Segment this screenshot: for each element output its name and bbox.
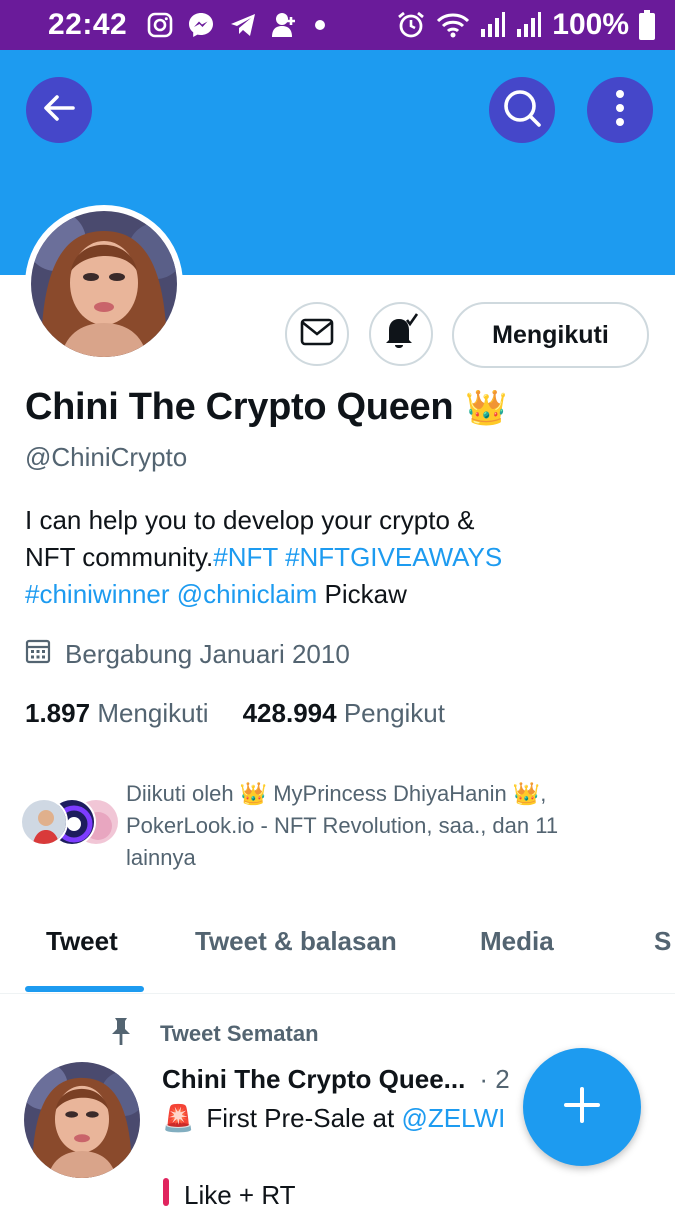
bio-text: I can help you to develop your crypto & xyxy=(25,505,475,535)
tweet-text: Like + RT xyxy=(184,1180,296,1210)
dot-icon xyxy=(313,18,327,32)
add-contact-icon xyxy=(271,11,299,39)
more-options-button[interactable] xyxy=(587,77,653,143)
mail-icon xyxy=(300,318,334,351)
tweet-timestamp: · 2 xyxy=(479,1064,510,1094)
followed-by-text: Diikuti oleh 👑 MyPrincess DhiyaHanin 👑, … xyxy=(126,781,559,870)
display-name: Chini The Crypto Queen xyxy=(25,386,454,428)
back-button[interactable] xyxy=(26,77,92,143)
profile-bio: I can help you to develop your crypto & … xyxy=(25,502,645,613)
tab-tweet[interactable]: Tweet xyxy=(46,926,118,957)
instagram-icon xyxy=(147,12,173,38)
search-icon xyxy=(501,87,543,134)
alarm-icon xyxy=(396,10,426,40)
battery-icon xyxy=(639,10,655,40)
bio-space xyxy=(278,542,285,572)
tweet-author-avatar[interactable] xyxy=(24,1062,140,1178)
more-vertical-icon xyxy=(615,88,625,133)
signal-icon xyxy=(480,11,506,39)
hashtag-link[interactable]: #NFTGIVEAWAYS xyxy=(285,542,502,572)
avatar xyxy=(20,798,68,846)
tweet-text-line: Like + RT xyxy=(162,1178,296,1213)
arrow-left-icon xyxy=(40,89,78,132)
telegram-icon xyxy=(229,12,257,38)
battery-percentage: 100% xyxy=(552,8,629,41)
followed-by-section[interactable]: Diikuti oleh 👑 MyPrincess DhiyaHanin 👑, … xyxy=(20,778,626,874)
message-button[interactable] xyxy=(285,302,349,366)
following-count: 1.897 xyxy=(25,698,91,728)
bell-check-icon xyxy=(381,312,421,357)
following-button[interactable]: Mengikuti xyxy=(452,302,649,368)
crown-emoji: 👑 xyxy=(465,388,508,427)
bio-text: NFT community. xyxy=(25,542,214,572)
status-bar: 22:42 100% xyxy=(0,0,675,50)
system-icons: 100% xyxy=(396,8,655,42)
joined-date: Bergabung Januari 2010 xyxy=(25,638,350,671)
calendar-icon xyxy=(25,638,51,671)
followers-label: Pengikut xyxy=(343,698,445,728)
following-stat[interactable]: 1.897 Mengikuti xyxy=(25,698,209,729)
tweet-text: First Pre-Sale at xyxy=(206,1103,402,1133)
profile-name-row: Chini The Crypto Queen 👑 xyxy=(25,386,508,429)
avatar-image xyxy=(31,211,177,357)
status-time: 22:42 xyxy=(48,8,128,41)
search-button[interactable] xyxy=(489,77,555,143)
siren-emoji: 🚨 xyxy=(162,1103,195,1133)
follower-avatars xyxy=(20,798,120,858)
pin-icon xyxy=(108,1016,134,1052)
messenger-icon xyxy=(187,11,215,39)
pinned-label-row: Tweet Sematan xyxy=(108,1016,319,1052)
joined-text: Bergabung Januari 2010 xyxy=(65,639,350,669)
active-tab-indicator xyxy=(25,986,144,992)
compose-tweet-button[interactable] xyxy=(523,1048,641,1166)
exclamation-mark-icon xyxy=(162,1178,170,1213)
profile-handle: @ChiniCrypto xyxy=(25,442,188,472)
wifi-icon xyxy=(436,11,470,39)
followers-count: 428.994 xyxy=(242,698,337,728)
bio-text: Pickaw xyxy=(317,579,407,609)
followers-stat[interactable]: 428.994 Pengikut xyxy=(243,698,445,729)
tab-likes[interactable]: S xyxy=(654,926,671,957)
signal-icon xyxy=(516,11,542,39)
profile-stats: 1.897 Mengikuti 428.994 Pengikut xyxy=(25,698,445,729)
plus-icon xyxy=(562,1085,602,1130)
notification-icons xyxy=(147,11,327,39)
bio-space xyxy=(170,579,177,609)
tweet-author-name[interactable]: Chini The Crypto Quee... xyxy=(162,1064,465,1094)
profile-tabs: Tweet Tweet & balasan Media S xyxy=(0,900,675,994)
tweet-header: Chini The Crypto Quee... · 2 xyxy=(162,1064,510,1095)
pinned-label: Tweet Sematan xyxy=(160,1021,319,1046)
tab-media[interactable]: Media xyxy=(480,926,554,957)
following-label: Mengikuti xyxy=(97,698,209,728)
mention-link[interactable]: @chiniclaim xyxy=(177,579,318,609)
notifications-button[interactable] xyxy=(369,302,433,366)
mention-link[interactable]: @ZELWI xyxy=(401,1103,505,1133)
profile-avatar[interactable] xyxy=(25,205,183,363)
hashtag-link[interactable]: #chiniwinner xyxy=(25,579,170,609)
hashtag-link[interactable]: #NFT xyxy=(213,542,278,572)
tweet-text-line: 🚨 First Pre-Sale at @ZELWI xyxy=(162,1100,505,1136)
tab-tweet-replies[interactable]: Tweet & balasan xyxy=(195,926,397,957)
